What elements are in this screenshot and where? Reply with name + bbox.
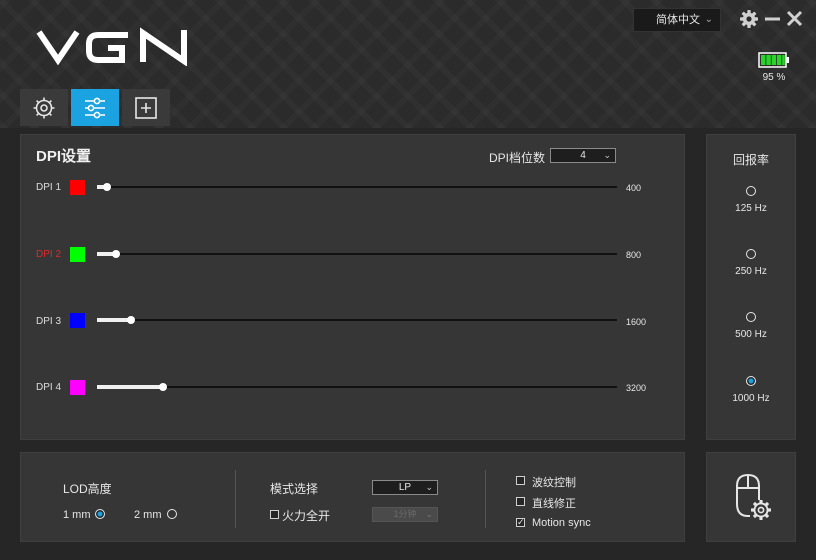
- gear-icon: [740, 10, 758, 28]
- dpi-row-4-label: DPI 4: [36, 382, 62, 393]
- dpi-row-3-color[interactable]: [70, 313, 85, 328]
- divider: [485, 470, 486, 528]
- polling-250-label: 250 Hz: [735, 266, 767, 277]
- lod-2mm-label: 2 mm: [134, 509, 162, 521]
- dpi-row-2-label: DPI 2: [36, 249, 62, 260]
- polling-500-radio[interactable]: [746, 312, 756, 322]
- minimize-icon: [765, 17, 780, 21]
- tab-macro[interactable]: [122, 89, 170, 126]
- dpi-row-3-label: DPI 3: [36, 316, 62, 327]
- dpi-row-4-value: 3200: [626, 383, 647, 393]
- battery-percent: 95 %: [762, 72, 786, 83]
- dpi-row-2-value: 800: [626, 250, 642, 260]
- dpi-row-2-slider[interactable]: [97, 250, 617, 258]
- chevron-down-icon: ⌄: [425, 482, 433, 492]
- polling-250-radio[interactable]: [746, 249, 756, 259]
- fire-duration-value: 1分钟: [393, 509, 417, 519]
- fire-mode-label: 火力全开: [282, 509, 331, 523]
- slider-thumb[interactable]: [103, 183, 111, 191]
- dpi-row-4-slider[interactable]: [97, 383, 617, 391]
- chevron-down-icon: ⌄: [704, 14, 713, 25]
- lod-title: LOD高度: [63, 482, 112, 496]
- mode-select-value: LP: [398, 482, 412, 493]
- lod-1mm-label: 1 mm: [63, 509, 91, 521]
- fire-duration-select: 1分钟 ⌄: [372, 507, 438, 522]
- vgn-logo: [36, 26, 196, 71]
- motion-sync-checkbox[interactable]: ✓: [516, 518, 525, 527]
- divider: [235, 470, 236, 528]
- polling-1000-label: 1000 Hz: [732, 393, 770, 404]
- dpi-level-value: 4: [580, 150, 586, 161]
- dpi-row-4-color[interactable]: [70, 380, 85, 395]
- dpi-level-label: DPI档位数: [489, 151, 546, 165]
- minimize-button[interactable]: [762, 8, 784, 30]
- dpi-row-3-slider[interactable]: [97, 316, 617, 324]
- close-button[interactable]: [784, 8, 806, 30]
- ripple-control-checkbox[interactable]: [516, 476, 525, 485]
- dpi-row-2-color[interactable]: [70, 247, 85, 262]
- dpi-row-1-label: DPI 1: [36, 182, 62, 193]
- fire-mode-checkbox[interactable]: [270, 510, 279, 519]
- mouse-gear-icon[interactable]: [728, 472, 776, 529]
- dpi-level-select[interactable]: 4 ⌄: [550, 148, 616, 163]
- polling-125-label: 125 Hz: [735, 203, 767, 214]
- ripple-control-label: 波纹控制: [532, 477, 576, 489]
- slider-thumb[interactable]: [127, 316, 135, 324]
- settings-gear-button[interactable]: [738, 8, 760, 30]
- chevron-down-icon: ⌄: [603, 150, 611, 160]
- sliders-icon: [85, 97, 105, 118]
- mode-title: 模式选择: [270, 482, 319, 496]
- angle-snap-checkbox[interactable]: [516, 497, 525, 506]
- lod-2mm-radio[interactable]: [167, 509, 177, 519]
- dpi-row-1-value: 400: [626, 183, 642, 193]
- slider-fill: [97, 385, 163, 389]
- dpi-row-1-color[interactable]: [70, 180, 85, 195]
- language-select-value: 简体中文: [656, 14, 700, 26]
- language-select[interactable]: 简体中文 ⌄: [633, 8, 721, 32]
- dpi-settings-title: DPI设置: [36, 148, 92, 165]
- gear-icon: [33, 97, 55, 118]
- dpi-row-1-slider[interactable]: [97, 183, 617, 191]
- slider-thumb[interactable]: [159, 383, 167, 391]
- dpi-row-3-value: 1600: [626, 317, 647, 327]
- tab-dpi[interactable]: [71, 89, 119, 126]
- slider-thumb[interactable]: [112, 250, 120, 258]
- mode-select[interactable]: LP ⌄: [372, 480, 438, 495]
- close-icon: [786, 10, 803, 27]
- dpi-panel: [20, 134, 685, 440]
- chevron-down-icon: ⌄: [425, 509, 433, 519]
- polling-rate-title: 回报率: [732, 153, 769, 167]
- lod-1mm-radio[interactable]: [95, 509, 105, 519]
- angle-snap-label: 直线修正: [532, 498, 576, 510]
- polling-125-radio[interactable]: [746, 186, 756, 196]
- polling-1000-radio[interactable]: [746, 376, 756, 386]
- tab-settings[interactable]: [20, 89, 68, 126]
- slider-fill: [97, 318, 131, 322]
- polling-500-label: 500 Hz: [735, 329, 767, 340]
- battery-icon: [758, 52, 790, 73]
- plus-square-icon: [135, 96, 157, 119]
- motion-sync-label: Motion sync: [532, 517, 591, 529]
